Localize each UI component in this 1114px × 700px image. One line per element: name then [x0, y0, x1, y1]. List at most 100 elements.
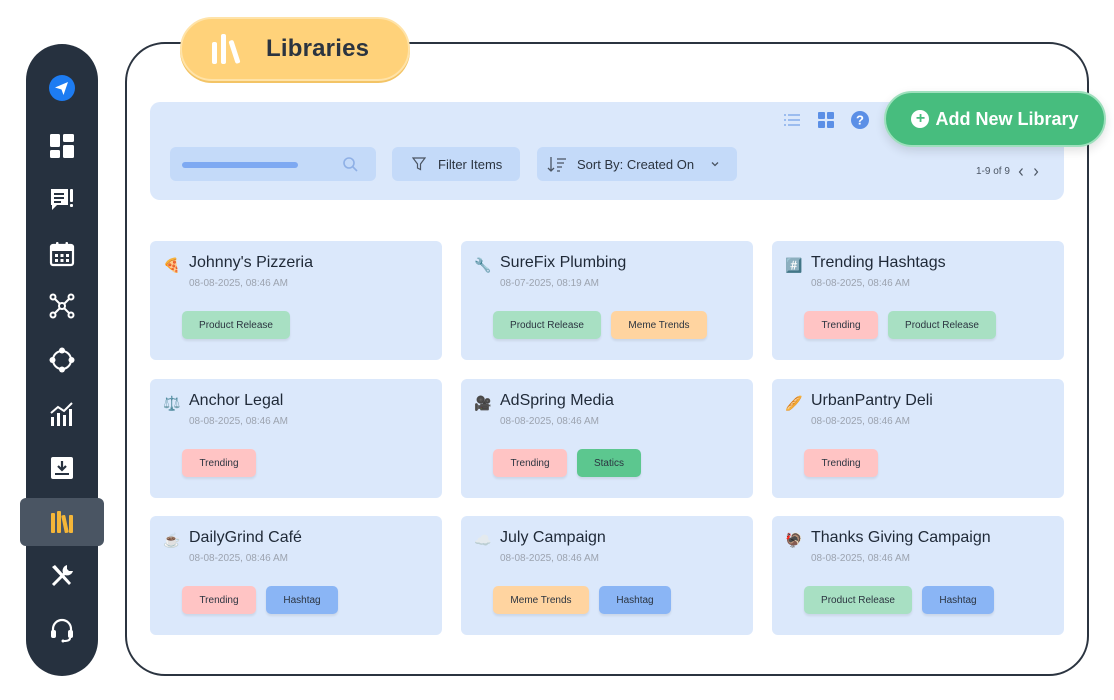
tag-badge[interactable]: Trending — [182, 586, 256, 614]
sidebar-item-dashboard[interactable] — [26, 124, 98, 168]
chevron-right-icon[interactable] — [1032, 167, 1040, 177]
library-card[interactable]: 🔧 SureFix Plumbing 08-07-2025, 08:19 AM … — [461, 241, 753, 360]
tag-badge[interactable]: Product Release — [888, 311, 996, 339]
tag-badge[interactable]: Trending — [804, 311, 878, 339]
library-name: Thanks Giving Campaign — [811, 529, 991, 546]
tag-badge[interactable]: Product Release — [804, 586, 912, 614]
svg-text:?: ? — [856, 113, 864, 128]
library-date: 08-08-2025, 08:46 AM — [189, 553, 288, 564]
filter-icon — [412, 157, 426, 171]
network-icon — [49, 293, 75, 319]
tag-list: Trending Product Release — [804, 311, 996, 339]
tag-badge[interactable]: Product Release — [182, 311, 290, 339]
help-icon[interactable]: ? — [850, 110, 870, 130]
search-input[interactable] — [170, 147, 376, 181]
tag-list: Product Release — [182, 311, 290, 339]
library-card[interactable]: ☕ DailyGrind Café 08-08-2025, 08:46 AM T… — [150, 516, 442, 635]
headset-icon — [51, 618, 73, 643]
send-icon — [49, 75, 75, 101]
sort-label: Sort By: Created On — [577, 156, 695, 172]
tag-list: Product Release Meme Trends — [493, 311, 707, 339]
page-title-badge: Libraries — [180, 17, 410, 81]
library-card[interactable]: ⚖️ Anchor Legal 08-08-2025, 08:46 AM Tre… — [150, 379, 442, 498]
add-new-library-button[interactable]: + Add New Library — [884, 91, 1106, 147]
library-date: 08-08-2025, 08:46 AM — [500, 416, 599, 427]
chevron-left-icon[interactable] — [1017, 167, 1025, 177]
library-name: SureFix Plumbing — [500, 254, 627, 271]
tag-badge[interactable]: Hashtag — [922, 586, 994, 614]
tools-icon — [51, 565, 73, 587]
library-date: 08-08-2025, 08:46 AM — [189, 416, 288, 427]
tag-list: Trending — [182, 449, 256, 477]
sidebar-item-tools[interactable] — [26, 554, 98, 598]
grid-view-icon[interactable] — [816, 110, 836, 130]
hub-icon — [49, 347, 75, 373]
tag-badge[interactable]: Trending — [493, 449, 567, 477]
sidebar-item-feedback[interactable] — [26, 178, 98, 222]
library-books-icon — [212, 34, 241, 64]
tag-badge[interactable]: Trending — [182, 449, 256, 477]
wrench-icon: 🔧 — [474, 256, 492, 273]
sidebar-item-analytics[interactable] — [26, 392, 98, 436]
sidebar-item-support[interactable] — [26, 608, 98, 652]
tag-badge[interactable]: Statics — [577, 449, 641, 477]
pagination: 1-9 of 9 — [976, 166, 1040, 177]
library-date: 08-08-2025, 08:46 AM — [811, 553, 910, 564]
pizza-icon: 🍕 — [163, 256, 181, 273]
sidebar-item-integrations[interactable] — [26, 338, 98, 382]
tag-badge[interactable]: Hashtag — [266, 586, 338, 614]
library-name: Trending Hashtags — [811, 254, 946, 271]
inbox-download-icon — [51, 457, 73, 479]
turkey-icon: 🦃 — [785, 531, 803, 548]
search-placeholder-bar — [182, 162, 298, 168]
library-name: DailyGrind Café — [189, 529, 302, 546]
sort-dropdown[interactable]: Sort By: Created On — [537, 147, 737, 181]
page-title: Libraries — [266, 35, 370, 62]
list-view-icon[interactable] — [782, 110, 802, 130]
view-toggle-group: ? — [782, 110, 870, 130]
cloud-icon: ☁️ — [474, 531, 492, 548]
video-camera-icon: 🎥 — [474, 394, 492, 411]
library-card[interactable]: ☁️ July Campaign 08-08-2025, 08:46 AM Me… — [461, 516, 753, 635]
sort-icon — [547, 157, 566, 172]
coffee-icon: ☕ — [163, 531, 181, 548]
tag-badge[interactable]: Product Release — [493, 311, 601, 339]
feedback-icon — [51, 189, 73, 210]
hashtag-icon: #️⃣ — [785, 256, 803, 273]
sidebar-item-network[interactable] — [26, 284, 98, 328]
search-icon — [343, 157, 358, 172]
tag-list: Trending Statics — [493, 449, 641, 477]
library-name: AdSpring Media — [500, 392, 614, 409]
library-date: 08-08-2025, 08:46 AM — [811, 416, 910, 427]
filter-button[interactable]: Filter Items — [392, 147, 520, 181]
library-card[interactable]: 🦃 Thanks Giving Campaign 08-08-2025, 08:… — [772, 516, 1064, 635]
filter-label: Filter Items — [438, 156, 503, 172]
library-card[interactable]: 🍕 Johnny's Pizzeria 08-08-2025, 08:46 AM… — [150, 241, 442, 360]
chevron-down-icon — [711, 162, 719, 167]
tag-badge[interactable]: Trending — [804, 449, 878, 477]
dashboard-icon — [50, 134, 74, 158]
sidebar-item-calendar[interactable] — [26, 232, 98, 276]
tag-badge[interactable]: Hashtag — [599, 586, 671, 614]
pager-text: 1-9 of 9 — [976, 166, 1010, 177]
library-date: 08-08-2025, 08:46 AM — [500, 553, 599, 564]
tag-badge[interactable]: Meme Trends — [493, 586, 589, 614]
library-name: July Campaign — [500, 529, 606, 546]
library-card[interactable]: 🥖 UrbanPantry Deli 08-08-2025, 08:46 AM … — [772, 379, 1064, 498]
bread-icon: 🥖 — [785, 394, 803, 411]
library-name: UrbanPantry Deli — [811, 392, 933, 409]
library-card[interactable]: #️⃣ Trending Hashtags 08-08-2025, 08:46 … — [772, 241, 1064, 360]
calendar-icon — [49, 242, 75, 267]
tag-list: Meme Trends Hashtag — [493, 586, 671, 614]
library-name: Johnny's Pizzeria — [189, 254, 313, 271]
sidebar-item-libraries[interactable] — [26, 500, 98, 544]
tag-list: Trending Hashtag — [182, 586, 338, 614]
app-root: Libraries Filter Items Sort By: Created … — [0, 0, 1114, 700]
library-date: 08-08-2025, 08:46 AM — [811, 278, 910, 289]
sidebar-item-send[interactable] — [26, 66, 98, 110]
tag-list: Product Release Hashtag — [804, 586, 994, 614]
sidebar-item-downloads[interactable] — [26, 446, 98, 490]
plus-circle-icon: + — [911, 110, 930, 128]
tag-badge[interactable]: Meme Trends — [611, 311, 707, 339]
library-card[interactable]: 🎥 AdSpring Media 08-08-2025, 08:46 AM Tr… — [461, 379, 753, 498]
